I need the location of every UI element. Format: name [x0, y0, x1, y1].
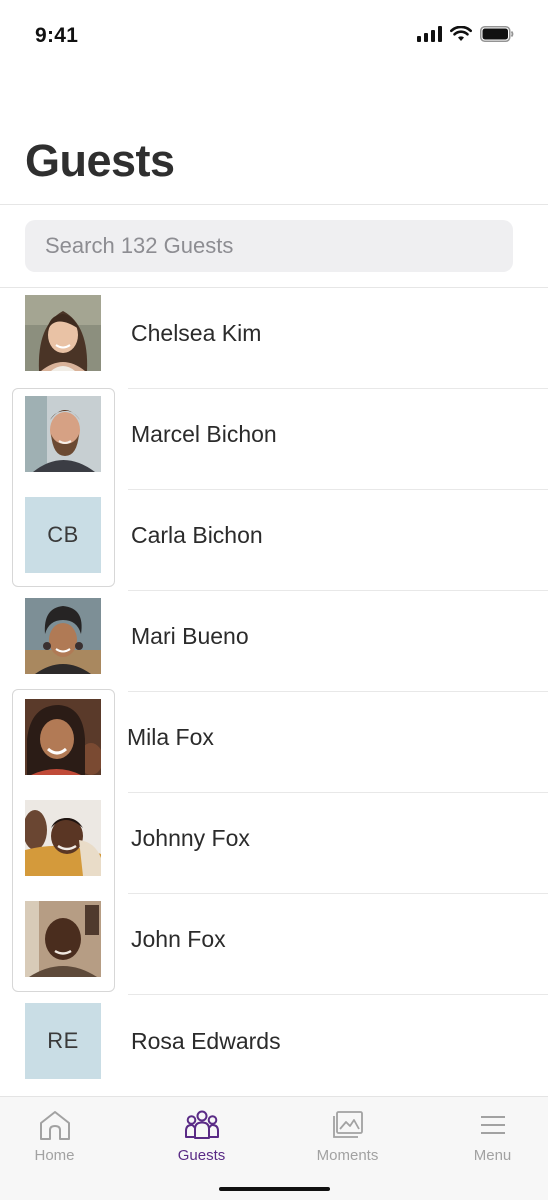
- guest-row[interactable]: Johnny Fox: [0, 793, 548, 894]
- guest-row[interactable]: Mila Fox: [0, 692, 548, 793]
- tab-guests[interactable]: Guests: [133, 1097, 270, 1177]
- guest-name: John Fox: [131, 926, 226, 952]
- guest-row[interactable]: Mari Bueno: [0, 591, 548, 692]
- tab-home[interactable]: Home: [0, 1097, 123, 1177]
- search-input[interactable]: [25, 220, 513, 272]
- guest-name: Mila Fox: [127, 724, 214, 750]
- avatar-initials: CB: [25, 497, 101, 573]
- guest-row[interactable]: Marcel Bichon: [0, 389, 548, 490]
- avatar-initials: RE: [25, 1003, 101, 1079]
- avatar: [25, 396, 101, 472]
- wifi-icon: [450, 26, 472, 41]
- guests-icon: [184, 1109, 220, 1141]
- guest-photo: [25, 598, 101, 674]
- guest-row[interactable]: CB Carla Bichon: [0, 490, 548, 591]
- guest-row[interactable]: RE Rosa Edwards: [0, 996, 548, 1097]
- tab-label: Guests: [177, 1147, 226, 1164]
- home-icon: [38, 1109, 72, 1141]
- menu-icon: [480, 1109, 506, 1141]
- tab-moments[interactable]: Moments: [279, 1097, 416, 1177]
- avatar: [25, 901, 101, 977]
- guest-name: Rosa Edwards: [131, 1028, 281, 1054]
- guest-name: Chelsea Kim: [131, 320, 262, 346]
- page-title: Guests: [25, 135, 175, 186]
- guest-photo: [25, 699, 101, 775]
- tab-label: Moments: [316, 1147, 379, 1164]
- guest-name: Mari Bueno: [131, 623, 249, 649]
- guest-photo: [25, 901, 101, 977]
- guest-photo: [25, 295, 101, 371]
- avatar: [25, 598, 101, 674]
- status-bar: 9:41: [0, 0, 548, 72]
- tab-label: Home: [34, 1147, 75, 1164]
- guest-name: Johnny Fox: [131, 825, 250, 851]
- guest-row[interactable]: John Fox: [0, 894, 548, 995]
- status-icons: [417, 26, 514, 42]
- avatar: [25, 800, 101, 876]
- status-time: 9:41: [35, 24, 79, 47]
- guest-name: Carla Bichon: [131, 522, 263, 548]
- guest-photo: [25, 800, 101, 876]
- guest-photo: [25, 396, 101, 472]
- row-divider: [128, 994, 548, 995]
- cellular-signal-icon: [417, 26, 442, 42]
- header-divider: [0, 204, 548, 205]
- battery-icon: [480, 26, 514, 42]
- home-indicator: [219, 1187, 330, 1191]
- tab-menu[interactable]: Menu: [424, 1097, 548, 1177]
- guest-row[interactable]: Chelsea Kim: [0, 288, 548, 389]
- tab-bar: Home Guests Moments Menu: [0, 1096, 548, 1200]
- moments-icon: [332, 1109, 364, 1141]
- avatar: [25, 295, 101, 371]
- tab-label: Menu: [473, 1147, 512, 1164]
- avatar: [25, 699, 101, 775]
- search-box[interactable]: [25, 220, 513, 272]
- guest-name: Marcel Bichon: [131, 421, 277, 447]
